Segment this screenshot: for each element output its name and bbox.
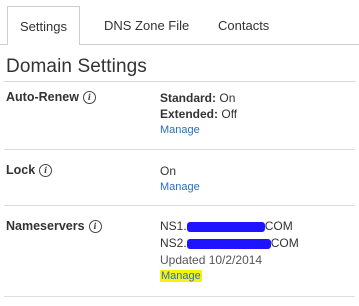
ns1-prefix: NS1. [160, 219, 187, 233]
ns2-suffix: COM [270, 236, 299, 250]
nameservers-label: Nameservers [6, 219, 85, 233]
nameservers-info-icon[interactable]: i [88, 219, 102, 233]
lock-value: On [160, 164, 177, 178]
divider [4, 296, 355, 297]
auto-renew-label-row: Auto-Renew i [6, 90, 96, 104]
divider [4, 149, 355, 150]
nameserver-1: NS1. COM [160, 219, 293, 233]
auto-renew-manage-link[interactable]: Manage [160, 124, 200, 136]
redaction-mark [186, 238, 271, 249]
lock-info-icon[interactable]: i [39, 163, 53, 177]
tab-dns-zone-file[interactable]: DNS Zone File [104, 18, 189, 33]
auto-renew-info-icon[interactable]: i [82, 90, 96, 104]
tab-contacts-label: Contacts [218, 18, 270, 33]
title-divider [4, 81, 355, 82]
extended-value: Off [221, 107, 238, 121]
tab-settings-label: Settings [20, 18, 67, 34]
page-title: Domain Settings [6, 56, 147, 77]
auto-renew-extended: Extended: Off [160, 107, 237, 121]
standard-label: Standard: [160, 91, 217, 105]
tab-settings[interactable]: Settings [7, 6, 80, 45]
tab-bar: Settings DNS Zone File Contacts [0, 0, 359, 45]
redaction-mark [186, 221, 265, 232]
extended-label: Extended: [160, 107, 219, 121]
lock-label-row: Lock i [6, 163, 53, 177]
auto-renew-label: Auto-Renew [6, 90, 79, 104]
nameserver-2: NS2. COM [160, 236, 299, 250]
nameservers-updated: Updated 10/2/2014 [160, 253, 263, 267]
auto-renew-standard: Standard: On [160, 91, 235, 105]
ns2-prefix: NS2. [160, 236, 187, 250]
lock-manage-link[interactable]: Manage [160, 181, 200, 193]
tab-dns-zone-file-label: DNS Zone File [104, 18, 190, 33]
nameservers-manage-link[interactable]: Manage [160, 270, 202, 282]
lock-label: Lock [6, 163, 36, 177]
ns1-suffix: COM [264, 219, 293, 233]
standard-value: On [219, 91, 236, 105]
divider [4, 205, 355, 206]
tab-contacts[interactable]: Contacts [218, 18, 269, 33]
nameservers-label-row: Nameservers i [6, 219, 102, 233]
nameservers-manage-text: Manage [160, 270, 202, 282]
